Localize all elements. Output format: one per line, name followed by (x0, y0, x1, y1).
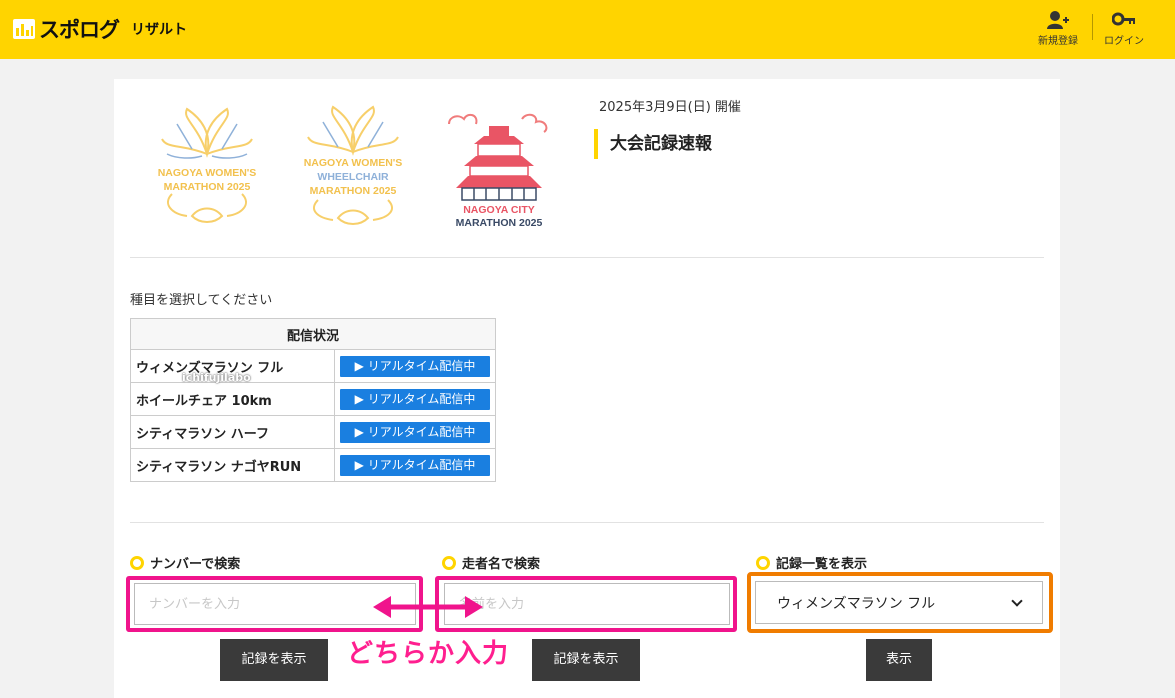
page-title: 大会記録速報 (594, 129, 712, 159)
name-search-label: 走者名で検索 (442, 553, 540, 572)
table-row: ホイールチェア 10km ▶ リアルタイム配信中 (130, 382, 496, 416)
ring-icon (442, 555, 456, 570)
login-label: ログイン (1104, 36, 1144, 47)
event-date: 2025年3月9日(日) 開催 (599, 100, 741, 115)
table-row: シティマラソン ハーフ ▶ リアルタイム配信中 (130, 415, 496, 449)
logo-subtitle: リザルト (131, 22, 187, 38)
show-list-button[interactable]: 表示 (866, 639, 932, 681)
record-list-label: 記録一覧を表示 (756, 553, 867, 572)
either-input-note: どちらか入力 (347, 639, 510, 669)
race-logos: NAGOYA WOMEN'S MARATHON 2025 NAGOYA WOME… (142, 104, 582, 229)
site-logo[interactable]: スポログ リザルト (12, 14, 187, 44)
realtime-button-city-half[interactable]: ▶ リアルタイム配信中 (340, 421, 490, 443)
register-button[interactable]: 新規登録 (1038, 10, 1078, 47)
divider (130, 257, 1044, 258)
logo2-line1: NAGOYA WOMEN'S (304, 157, 403, 169)
login-button[interactable]: ログイン (1104, 10, 1144, 47)
key-icon (1112, 12, 1135, 26)
logo1-line1: NAGOYA WOMEN'S (158, 167, 257, 179)
logo3-line2: MARATHON 2025 (456, 217, 543, 229)
logo1-line2: MARATHON 2025 (164, 181, 251, 193)
logo2-line3: MARATHON 2025 (310, 185, 397, 197)
event-name: シティマラソン ナゴヤRUN (130, 448, 335, 482)
realtime-button-nagoya-run[interactable]: ▶ リアルタイム配信中 (340, 454, 490, 476)
show-record-by-number-button[interactable]: 記録を表示 (220, 639, 328, 681)
city-marathon-logo: NAGOYA CITY MARATHON 2025 (448, 113, 548, 229)
table-header: 配信状況 (130, 318, 496, 350)
number-search-label-text: ナンバーで検索 (150, 557, 241, 572)
header-divider (1092, 14, 1093, 40)
runner-name-input[interactable] (444, 583, 730, 625)
divider (130, 522, 1044, 523)
main-card: NAGOYA WOMEN'S MARATHON 2025 NAGOYA WOME… (114, 79, 1060, 698)
ring-icon (130, 555, 144, 570)
table-row: シティマラソン ナゴヤRUN ▶ リアルタイム配信中 (130, 448, 496, 482)
logo-text: スポログ (39, 18, 120, 42)
bar-chart-logo-icon (13, 19, 35, 39)
logo2-line2: WHEELCHAIR (317, 171, 389, 183)
event-select-value: ウィメンズマラソン フル (777, 595, 936, 612)
wheelchair-marathon-logo: NAGOYA WOMEN'S WHEELCHAIR MARATHON 2025 (304, 105, 403, 225)
event-name: シティマラソン ハーフ (130, 415, 335, 449)
realtime-button-wheelchair[interactable]: ▶ リアルタイム配信中 (340, 388, 490, 410)
watermark: ichifujilabo (182, 371, 251, 384)
chevron-down-icon (1011, 594, 1023, 607)
event-name: ホイールチェア 10km (130, 382, 335, 416)
app-header: スポログ リザルト 新規登録 ログイン (0, 0, 1175, 59)
record-list-label-text: 記録一覧を表示 (776, 557, 868, 572)
realtime-button-womens-full[interactable]: ▶ リアルタイム配信中 (340, 355, 490, 377)
add-user-icon (1047, 11, 1069, 29)
double-arrow-icon (373, 596, 483, 618)
register-label: 新規登録 (1038, 36, 1078, 47)
select-prompt: 種目を選択してください (130, 293, 273, 308)
show-record-by-name-button[interactable]: 記録を表示 (532, 639, 640, 681)
logo3-line1: NAGOYA CITY (463, 204, 535, 216)
womens-marathon-logo: NAGOYA WOMEN'S MARATHON 2025 (158, 107, 257, 223)
delivery-status-table: 配信状況 ウィメンズマラソン フル ▶ リアルタイム配信中 ホイールチェア 10… (130, 318, 496, 482)
number-search-label: ナンバーで検索 (130, 553, 240, 572)
name-search-label-text: 走者名で検索 (462, 557, 541, 572)
event-select[interactable]: ウィメンズマラソン フル (755, 581, 1043, 624)
ring-icon (756, 555, 770, 570)
